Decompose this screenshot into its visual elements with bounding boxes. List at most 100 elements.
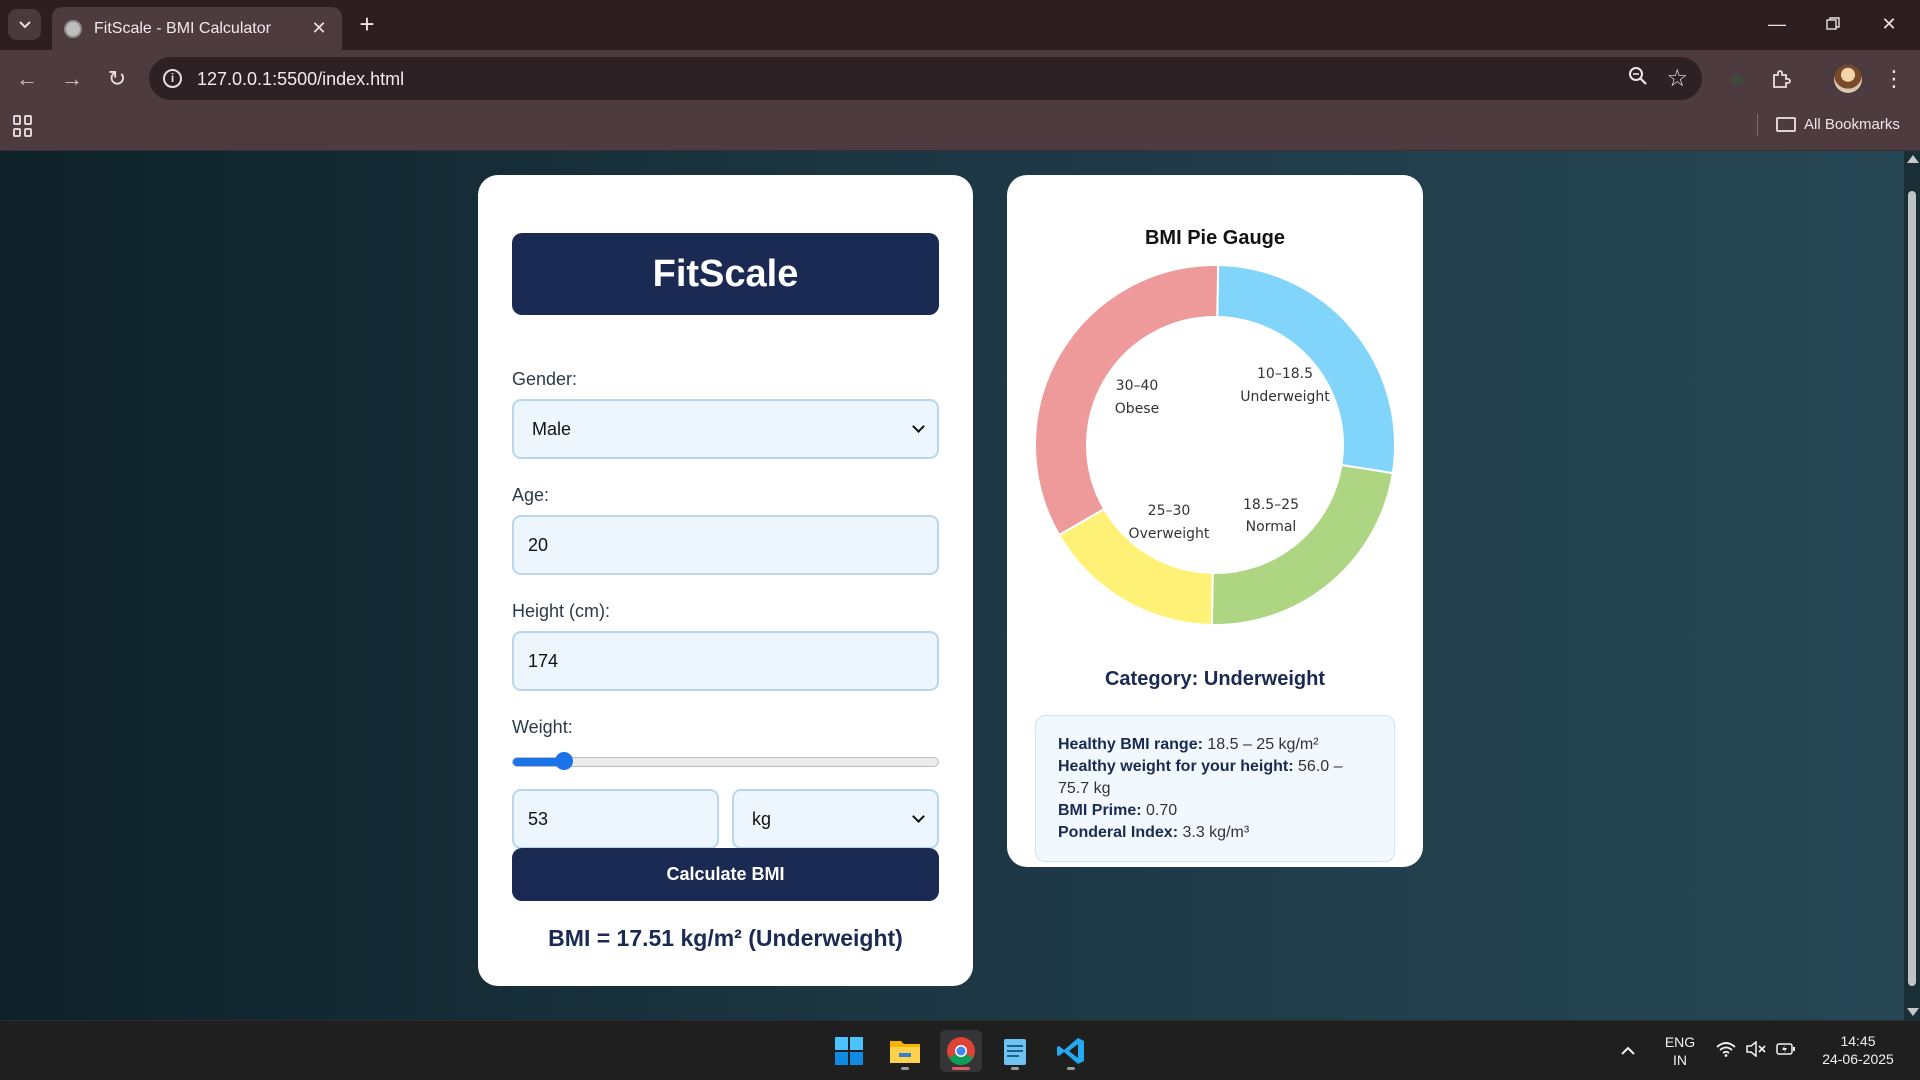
donut-segment-obese: [1034, 265, 1220, 537]
tab-title: FitScale - BMI Calculator: [94, 19, 271, 37]
bookmark-star-icon[interactable]: ☆: [1666, 64, 1688, 93]
folder-icon: [1776, 117, 1796, 132]
restore-button[interactable]: [1810, 8, 1856, 40]
url-text[interactable]: 127.0.0.1:5500/index.html: [197, 69, 404, 90]
vscode-button[interactable]: [1050, 1030, 1092, 1072]
chevron-down-icon: [18, 20, 31, 28]
forward-button[interactable]: →: [57, 64, 87, 94]
app-title: FitScale: [512, 233, 939, 315]
all-bookmarks-label: All Bookmarks: [1804, 116, 1900, 133]
reload-button[interactable]: ↻: [102, 64, 132, 94]
chrome-button[interactable]: [940, 1030, 982, 1072]
weight-label: Weight:: [512, 717, 573, 737]
language-indicator[interactable]: ENG IN: [1660, 1033, 1700, 1069]
segment-name-overweight: Overweight: [1129, 526, 1210, 542]
scroll-down-icon[interactable]: [1907, 1008, 1919, 1016]
bookmarks-divider: [1757, 114, 1758, 136]
chevron-down-icon: [912, 810, 925, 823]
calculate-bmi-button[interactable]: Calculate BMI: [512, 848, 939, 901]
age-input[interactable]: 20: [512, 515, 939, 575]
notepad-icon: [1004, 1039, 1026, 1065]
age-label: Age:: [512, 485, 550, 505]
height-value: 174: [528, 650, 559, 671]
close-tab-icon[interactable]: ✕: [308, 18, 330, 39]
chevron-down-icon: [912, 420, 925, 433]
healthy-weight-row: Healthy weight for your height: 56.0 – 7…: [1058, 758, 1343, 797]
donut-segment-normal: [1210, 463, 1394, 626]
gauge-title: BMI Pie Gauge: [1144, 227, 1286, 249]
file-explorer-button[interactable]: [884, 1030, 926, 1072]
weight-unit-select[interactable]: kg: [732, 789, 939, 849]
menu-kebab-icon[interactable]: ⋮: [1878, 63, 1910, 95]
scrollbar-thumb[interactable]: [1908, 191, 1916, 986]
bookmarks-bar: [0, 108, 1920, 151]
file-explorer-icon: [890, 1041, 920, 1063]
calculator-card: FitScale Gender: Male Age: 20 Height (cm…: [478, 175, 973, 986]
notepad-button[interactable]: [994, 1030, 1036, 1072]
weight-unit-value: kg: [752, 808, 772, 829]
bmi-donut-chart: 10–18.5 Underweight 18.5–25 Normal 25–30…: [1034, 265, 1396, 626]
all-bookmarks-button[interactable]: All Bookmarks: [1776, 116, 1900, 133]
gender-select[interactable]: Male: [512, 399, 939, 459]
back-button[interactable]: ←: [12, 64, 42, 94]
weight-slider[interactable]: [512, 752, 939, 770]
wifi-icon[interactable]: [1716, 1041, 1736, 1061]
windows-taskbar: ENG IN 14:45 24-06-2025: [0, 1020, 1920, 1080]
segment-range-normal: 18.5–25: [1243, 497, 1299, 513]
clock-time: 14:45: [1840, 1033, 1876, 1049]
running-indicator: [901, 1067, 909, 1070]
extension-leaf-icon[interactable]: [1722, 63, 1754, 95]
healthy-range-row: Healthy BMI range: 18.5 – 25 kg/m²: [1058, 736, 1319, 753]
browser-tab[interactable]: FitScale - BMI Calculator ✕: [52, 7, 342, 50]
bmi-result: BMI = 17.51 kg/m² (Underweight): [548, 925, 903, 951]
segment-range-obese: 30–40: [1116, 378, 1159, 394]
show-hidden-icons-button[interactable]: [1620, 1041, 1636, 1059]
segment-name-normal: Normal: [1246, 519, 1297, 535]
running-indicator: [1011, 1067, 1019, 1070]
clock[interactable]: 14:45 24-06-2025: [1812, 1032, 1904, 1068]
segment-range-overweight: 25–30: [1148, 503, 1191, 519]
apps-grid-icon[interactable]: [13, 115, 35, 137]
start-icon: [835, 1037, 863, 1065]
close-window-button[interactable]: ✕: [1866, 8, 1912, 40]
volume-muted-icon[interactable]: [1746, 1040, 1766, 1061]
height-label: Height (cm):: [512, 601, 611, 621]
running-indicator: [1067, 1067, 1075, 1070]
segment-name-obese: Obese: [1115, 401, 1159, 417]
new-tab-button[interactable]: +: [353, 11, 381, 39]
gauge-card: BMI Pie Gauge 10–18.5 Underweight 18.5–2…: [1007, 175, 1423, 867]
browser-toolbar: ← → ↻ i 127.0.0.1:5500/index.html ☆ ⋮: [0, 50, 1920, 108]
battery-charging-icon[interactable]: [1776, 1041, 1796, 1061]
language-bottom: IN: [1673, 1052, 1687, 1068]
chrome-icon: [947, 1037, 975, 1065]
scroll-up-icon[interactable]: [1907, 155, 1919, 163]
profile-avatar[interactable]: [1834, 65, 1862, 93]
site-info-icon[interactable]: i: [163, 69, 182, 88]
gender-value: Male: [532, 418, 572, 439]
language-top: ENG: [1664, 1034, 1696, 1050]
tab-search-button[interactable]: [8, 9, 41, 40]
weight-input[interactable]: 53: [512, 789, 719, 849]
clock-date: 24-06-2025: [1822, 1051, 1894, 1067]
page-scrollbar[interactable]: [1904, 151, 1920, 1020]
minimize-button[interactable]: —: [1754, 8, 1800, 40]
ponderal-index-row: Ponderal Index: 3.3 kg/m³: [1058, 824, 1250, 841]
chevron-up-icon: [1621, 1046, 1635, 1055]
zoom-icon[interactable]: [1628, 66, 1648, 92]
globe-icon: [64, 19, 82, 38]
height-input[interactable]: 174: [512, 631, 939, 691]
tab-strip: FitScale - BMI Calculator ✕ + — ✕: [0, 0, 1920, 50]
start-button[interactable]: [828, 1030, 870, 1072]
bmi-category: Category: Underweight: [1104, 668, 1326, 690]
segment-range-underweight: 10–18.5: [1257, 366, 1313, 382]
vscode-icon: [1057, 1038, 1084, 1064]
gender-label: Gender:: [512, 369, 578, 389]
age-value: 20: [528, 534, 549, 555]
address-bar[interactable]: i 127.0.0.1:5500/index.html ☆: [149, 57, 1702, 100]
extensions-puzzle-icon[interactable]: [1765, 63, 1797, 95]
weight-slider-thumb[interactable]: [555, 752, 573, 770]
bmi-info-box: Healthy BMI range: 18.5 – 25 kg/m² Healt…: [1035, 715, 1395, 862]
bmi-prime-row: BMI Prime: 0.70: [1058, 802, 1178, 819]
running-indicator: [952, 1067, 970, 1070]
segment-name-underweight: Underweight: [1240, 389, 1330, 405]
